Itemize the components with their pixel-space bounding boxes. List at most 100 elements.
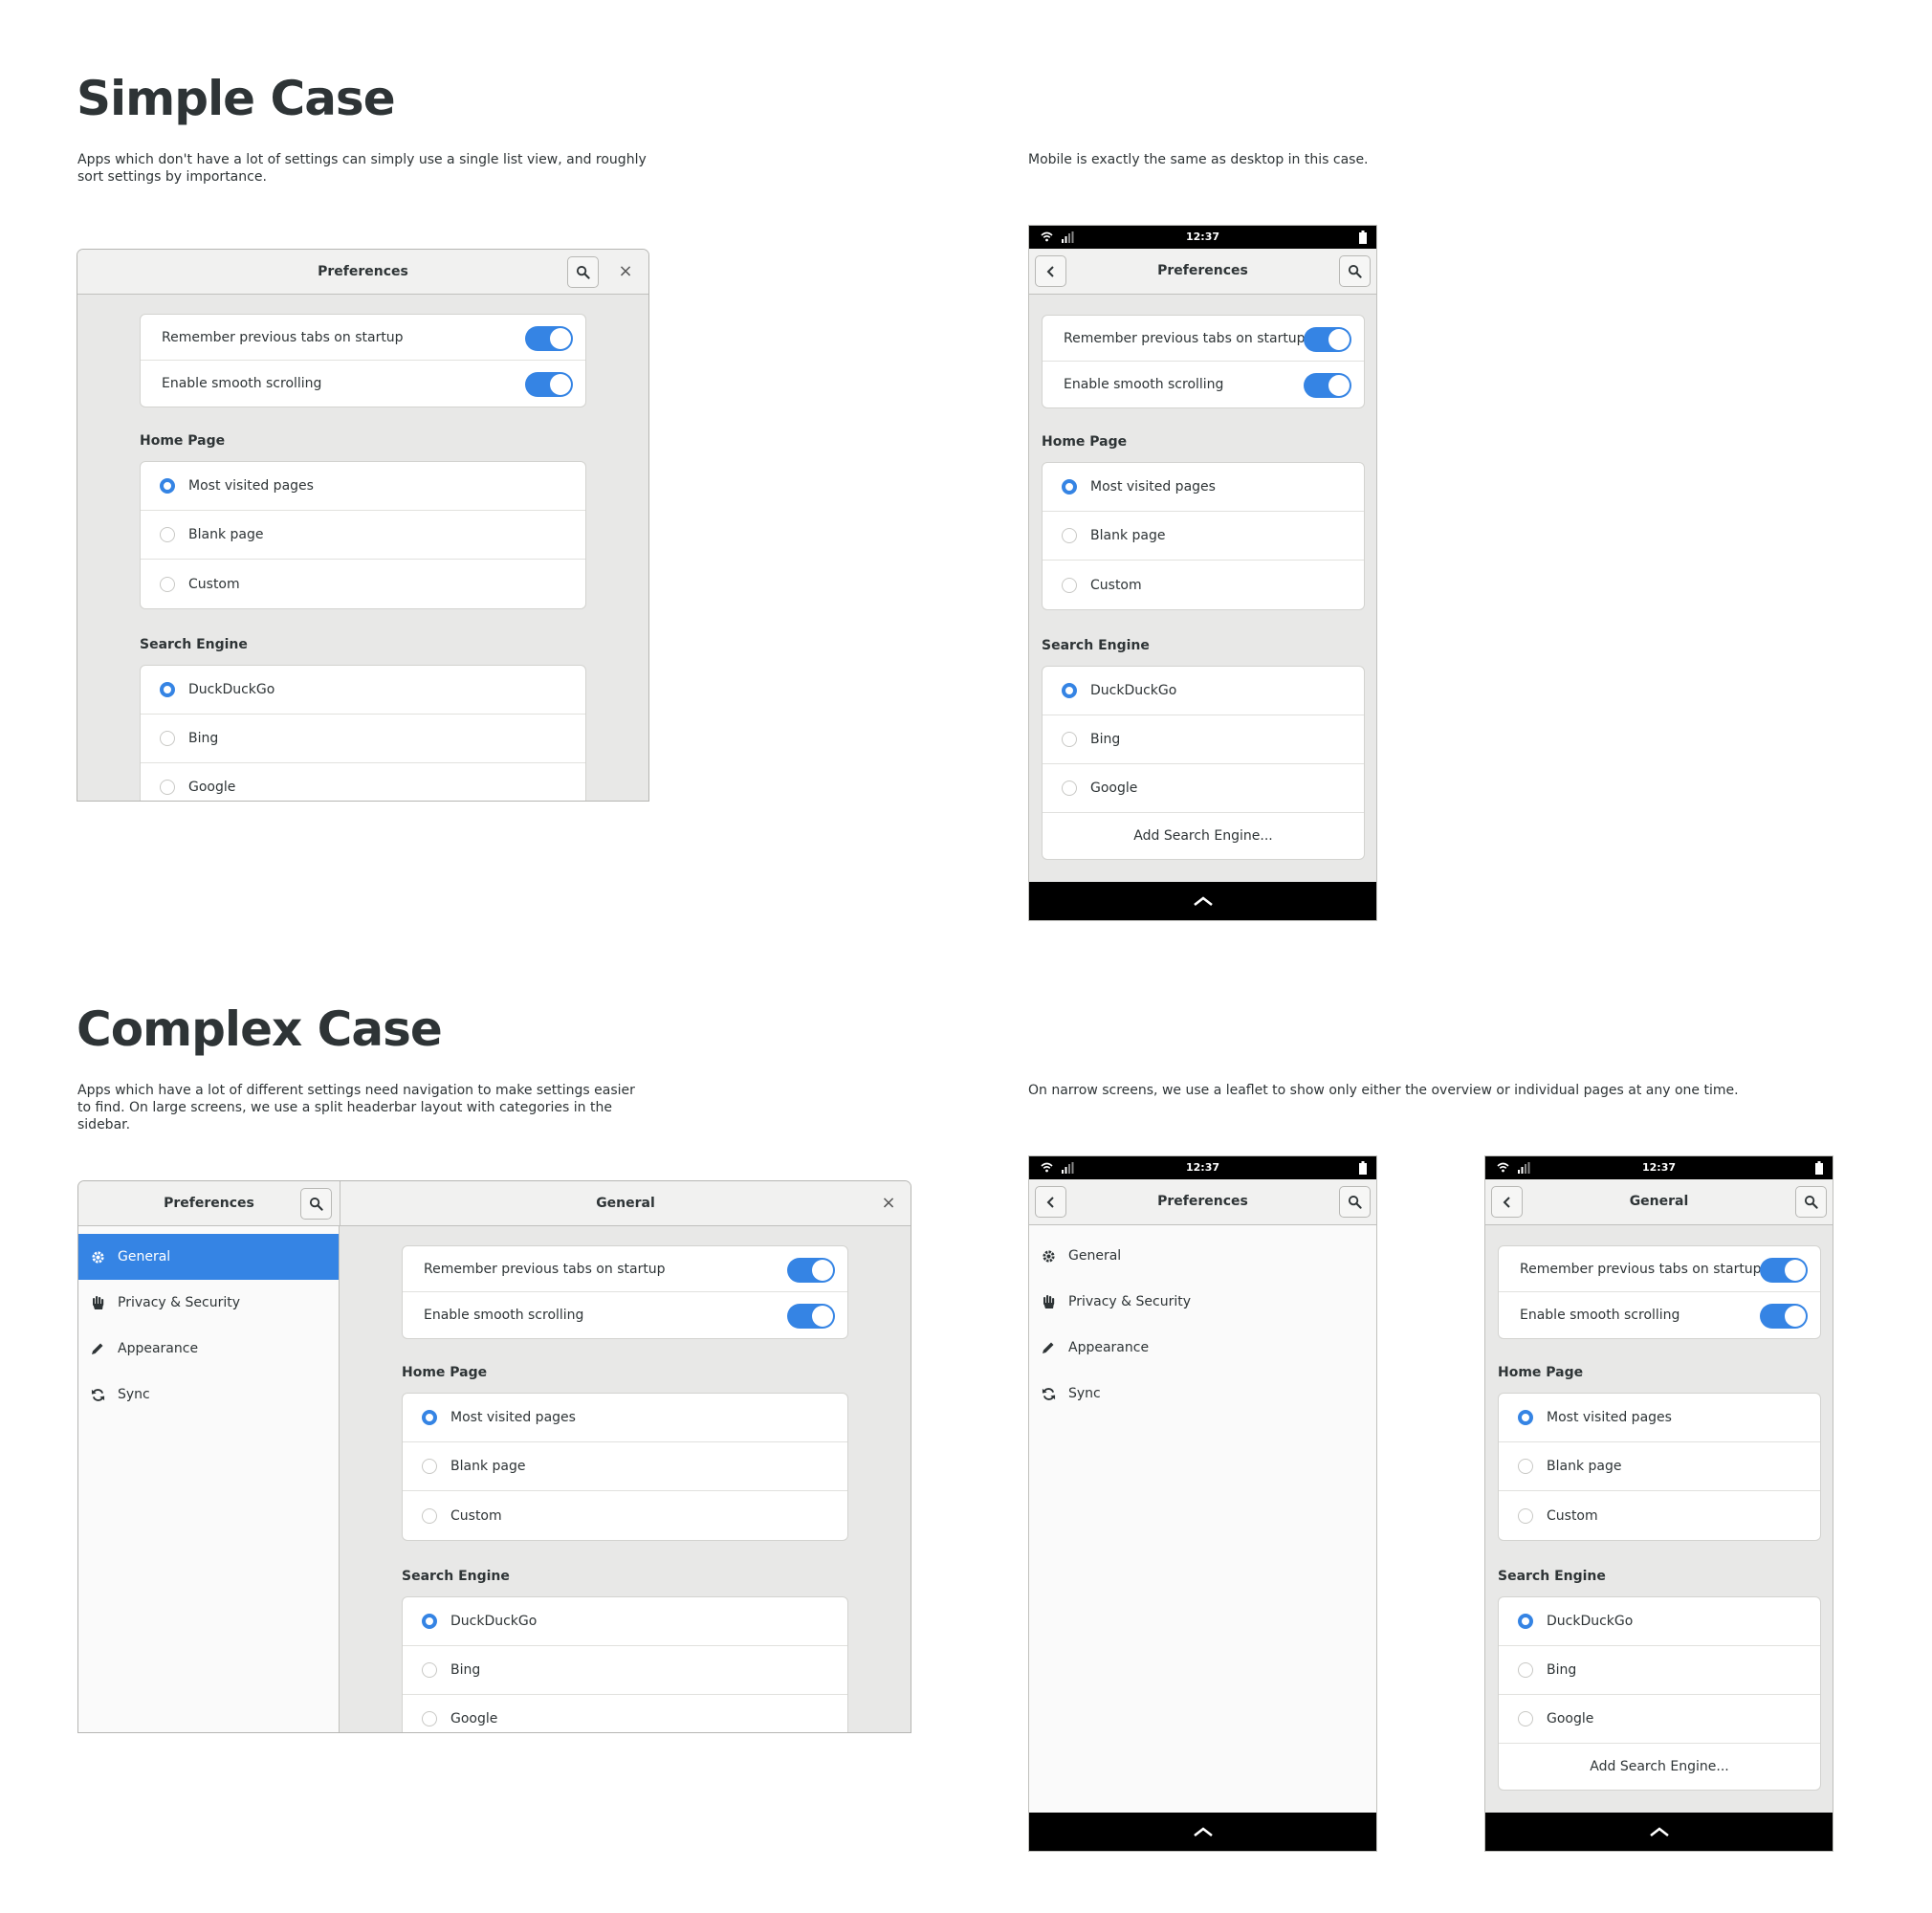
radio-button[interactable]: [1518, 1410, 1533, 1425]
radio-button[interactable]: [160, 478, 175, 494]
toggle-switch[interactable]: [1760, 1304, 1808, 1329]
radio-row[interactable]: Blank page: [1043, 512, 1364, 561]
battery-icon: [1359, 231, 1367, 244]
radio-button[interactable]: [1062, 528, 1077, 543]
complex-mobile-note: On narrow screens, we use a leaflet to s…: [1028, 1083, 1739, 1098]
toggle-row[interactable]: Enable smooth scrolling: [403, 1292, 847, 1338]
radio-button[interactable]: [1518, 1507, 1533, 1524]
radio-row[interactable]: Bing: [1499, 1646, 1820, 1695]
radio-row[interactable]: Blank page: [1499, 1442, 1820, 1491]
toggle-row[interactable]: Enable smooth scrolling: [141, 361, 585, 407]
radio-button[interactable]: [1518, 1614, 1533, 1629]
radio-row[interactable]: Custom: [1499, 1491, 1820, 1540]
search-button[interactable]: [567, 256, 599, 288]
toggle-row[interactable]: Remember previous tabs on startup: [403, 1246, 847, 1292]
toggle-switch[interactable]: [1760, 1258, 1808, 1283]
radio-row[interactable]: Most visited pages: [1043, 463, 1364, 512]
sidebar-item-appearance[interactable]: Appearance: [78, 1326, 339, 1372]
radio-button[interactable]: [1062, 781, 1077, 796]
radio-row[interactable]: Google: [1499, 1695, 1820, 1744]
battery-icon: [1359, 1161, 1367, 1175]
toggle-switch[interactable]: [787, 1258, 835, 1283]
radio-button[interactable]: [160, 527, 175, 542]
headerbar: Preferences ×: [77, 250, 648, 295]
radio-button[interactable]: [1518, 1711, 1533, 1726]
sidebar-item-privacy[interactable]: Privacy & Security: [1029, 1279, 1376, 1325]
battery-icon: [1815, 1161, 1823, 1175]
status-bar: 12:37: [1029, 1156, 1376, 1179]
radio-button[interactable]: [160, 576, 175, 592]
window-title: Preferences: [1157, 1194, 1248, 1209]
sidebar-item-appearance[interactable]: Appearance: [1029, 1325, 1376, 1371]
radio-button[interactable]: [160, 682, 175, 697]
radio-button[interactable]: [1062, 683, 1077, 698]
radio-row[interactable]: DuckDuckGo: [1499, 1597, 1820, 1646]
radio-row[interactable]: Google: [1043, 764, 1364, 813]
radio-row[interactable]: Custom: [403, 1491, 847, 1540]
simple-mobile-phone: 12:37 Preferences Remember previous tabs…: [1028, 225, 1377, 921]
home-page-heading: Home Page: [402, 1365, 488, 1380]
radio-row[interactable]: Custom: [141, 560, 585, 608]
radio-row[interactable]: Blank page: [403, 1442, 847, 1491]
radio-row[interactable]: Most visited pages: [1499, 1394, 1820, 1442]
radio-row[interactable]: Bing: [1043, 715, 1364, 764]
radio-row[interactable]: Custom: [1043, 561, 1364, 609]
window-title: Preferences: [318, 264, 408, 279]
sidebar-item-general[interactable]: General: [78, 1234, 339, 1280]
radio-button[interactable]: [422, 1614, 437, 1629]
add-search-engine-button[interactable]: Add Search Engine...: [1043, 813, 1364, 859]
radio-row[interactable]: Bing: [141, 715, 585, 763]
search-button[interactable]: [1339, 1186, 1371, 1218]
radio-row[interactable]: Google: [141, 763, 585, 801]
toggle-row[interactable]: Remember previous tabs on startup: [1499, 1246, 1820, 1292]
radio-row[interactable]: Blank page: [141, 511, 585, 560]
radio-button[interactable]: [422, 1711, 437, 1726]
toggle-row[interactable]: Remember previous tabs on startup: [1043, 316, 1364, 362]
radio-row[interactable]: DuckDuckGo: [403, 1597, 847, 1646]
page-title: General: [596, 1196, 655, 1211]
radio-button[interactable]: [1062, 577, 1077, 593]
sidebar-item-privacy[interactable]: Privacy & Security: [78, 1280, 339, 1326]
radio-button[interactable]: [1518, 1662, 1533, 1678]
toggle-switch[interactable]: [787, 1304, 835, 1329]
toggle-row[interactable]: Enable smooth scrolling: [1043, 362, 1364, 407]
toggle-switch[interactable]: [1304, 327, 1351, 352]
search-button[interactable]: [1795, 1186, 1827, 1218]
toggle-row[interactable]: Remember previous tabs on startup: [141, 315, 585, 361]
radio-button[interactable]: [422, 1662, 437, 1678]
chevron-up-icon[interactable]: [1193, 1826, 1214, 1837]
radio-button[interactable]: [1062, 732, 1077, 747]
sidebar-item-sync[interactable]: Sync: [1029, 1371, 1376, 1417]
radio-row[interactable]: DuckDuckGo: [1043, 667, 1364, 715]
close-button[interactable]: ×: [611, 250, 640, 295]
radio-button[interactable]: [1518, 1459, 1533, 1474]
radio-button[interactable]: [160, 780, 175, 795]
toggles-card: Remember previous tabs on startup Enable…: [140, 314, 586, 407]
search-button[interactable]: [300, 1188, 332, 1220]
sidebar: General Privacy & Security Appearance Sy…: [78, 1226, 340, 1732]
radio-button[interactable]: [1062, 479, 1077, 495]
radio-button[interactable]: [422, 1507, 437, 1524]
chevron-up-icon[interactable]: [1193, 895, 1214, 907]
toggle-switch[interactable]: [525, 326, 573, 351]
radio-row[interactable]: Most visited pages: [403, 1394, 847, 1442]
radio-row[interactable]: Most visited pages: [141, 462, 585, 511]
radio-row[interactable]: DuckDuckGo: [141, 666, 585, 715]
close-button[interactable]: ×: [874, 1181, 903, 1226]
radio-button[interactable]: [422, 1459, 437, 1474]
search-icon: [576, 265, 590, 279]
chevron-up-icon[interactable]: [1649, 1826, 1670, 1837]
radio-row[interactable]: Google: [403, 1695, 847, 1732]
search-button[interactable]: [1339, 255, 1371, 287]
radio-button[interactable]: [422, 1410, 437, 1425]
search-icon: [1804, 1195, 1818, 1209]
add-search-engine-button[interactable]: Add Search Engine...: [1499, 1744, 1820, 1790]
simple-mobile-note: Mobile is exactly the same as desktop in…: [1028, 152, 1369, 167]
toggle-switch[interactable]: [1304, 373, 1351, 398]
sidebar-item-sync[interactable]: Sync: [78, 1372, 339, 1418]
sidebar-item-general[interactable]: General: [1029, 1233, 1376, 1279]
toggle-switch[interactable]: [525, 372, 573, 397]
toggle-row[interactable]: Enable smooth scrolling: [1499, 1292, 1820, 1338]
radio-button[interactable]: [160, 731, 175, 746]
radio-row[interactable]: Bing: [403, 1646, 847, 1695]
